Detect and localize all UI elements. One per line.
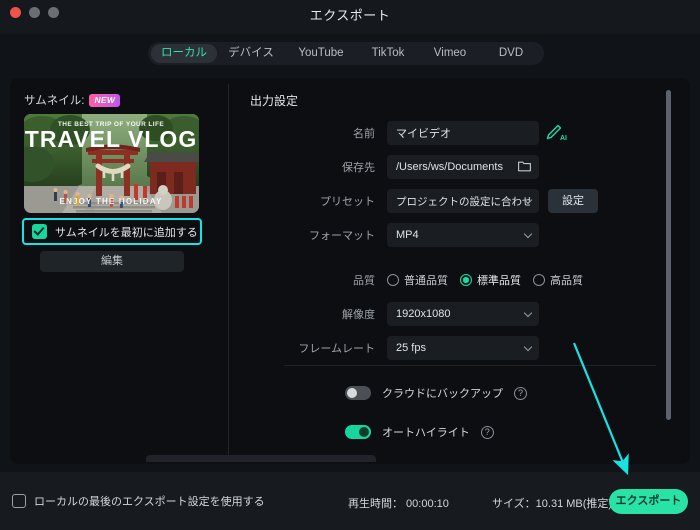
- resolution-label: 解像度: [342, 309, 375, 321]
- resolution-select[interactable]: 1920x1080: [387, 302, 539, 326]
- use-last-settings-row[interactable]: ローカルの最後のエクスポート設定を使用する: [12, 493, 265, 509]
- window-title: エクスポート: [309, 8, 391, 23]
- new-badge: NEW: [89, 93, 121, 107]
- bottom-bar: ローカルの最後のエクスポート設定を使用する 再生時間： 00:00:10 サイズ…: [0, 472, 700, 530]
- quality-option-normal[interactable]: 普通品質: [387, 272, 448, 288]
- preset-settings-button[interactable]: 設定: [548, 189, 598, 213]
- cloud-backup-toggle[interactable]: [345, 386, 371, 400]
- preset-label: プリセット: [320, 196, 375, 208]
- export-target-tabs: ローカル デバイス YouTube TikTok Vimeo DVD: [148, 42, 544, 65]
- preset-select[interactable]: プロジェクトの設定に合わせる: [387, 189, 539, 213]
- tab-local[interactable]: ローカル: [151, 44, 217, 63]
- add-thumbnail-label: サムネイルを最初に追加する: [55, 226, 198, 239]
- next-setting-row-partial: [146, 455, 376, 462]
- name-row: 名前 マイビデオ AI: [242, 121, 672, 145]
- quality-option-high[interactable]: 高品質: [533, 272, 583, 288]
- format-value: MP4: [396, 229, 419, 241]
- save-to-value: /Users/ws/Documents: [396, 161, 503, 173]
- quality-option-high-label: 高品質: [550, 275, 583, 287]
- add-thumbnail-checkbox[interactable]: [32, 224, 47, 239]
- resolution-row: 解像度 1920x1080: [242, 302, 672, 326]
- save-to-row: 保存先 /Users/ws/Documents: [242, 155, 672, 179]
- tab-tiktok[interactable]: TikTok: [357, 44, 419, 63]
- auto-highlight-help-icon[interactable]: ?: [480, 425, 494, 439]
- quality-option-normal-label: 普通品質: [404, 275, 448, 287]
- edit-thumbnail-button[interactable]: 編集: [40, 251, 184, 272]
- auto-highlight-label: オートハイライト: [382, 427, 470, 439]
- section-separator: [284, 365, 656, 366]
- auto-highlight-row: オートハイライト ?: [345, 424, 494, 440]
- tab-device[interactable]: デバイス: [217, 44, 285, 63]
- cloud-backup-label: クラウドにバックアップ: [382, 388, 503, 400]
- size-text: サイズ：10.31 MB(推定): [492, 498, 613, 510]
- name-input[interactable]: マイビデオ: [387, 121, 539, 145]
- settings-card: サムネイル: NEW THE BEST TRIP OF YOUR LIFE TR…: [10, 78, 690, 464]
- format-select[interactable]: MP4: [387, 223, 539, 247]
- svg-text:TRAVEL VLOG: TRAVEL VLOG: [25, 126, 197, 152]
- framerate-label: フレームレート: [298, 343, 375, 355]
- cloud-backup-help-icon[interactable]: ?: [514, 386, 527, 400]
- panel-divider: [228, 84, 229, 458]
- framerate-row: フレームレート 25 fps: [242, 336, 672, 360]
- cloud-backup-row: クラウドにバックアップ ?: [345, 385, 527, 401]
- tab-dvd[interactable]: DVD: [481, 44, 541, 63]
- preset-value: プロジェクトの設定に合わせる: [396, 195, 530, 208]
- ai-pen-icon[interactable]: AI: [545, 123, 567, 143]
- use-last-settings-checkbox[interactable]: [12, 494, 26, 508]
- output-settings-panel: 出力設定 名前 マイビデオ AI 保存先 /Users/ws/Documents…: [242, 78, 690, 464]
- save-to-input[interactable]: /Users/ws/Documents: [387, 155, 539, 179]
- add-thumbnail-checkbox-row[interactable]: サムネイルを最初に追加する: [22, 218, 202, 245]
- framerate-value: 25 fps: [396, 342, 426, 354]
- quality-label: 品質: [353, 275, 375, 287]
- format-row: フォーマット MP4: [242, 223, 672, 247]
- export-button[interactable]: エクスポート: [609, 489, 688, 514]
- tab-vimeo[interactable]: Vimeo: [419, 44, 481, 63]
- output-settings-title: 出力設定: [250, 94, 299, 108]
- auto-highlight-toggle[interactable]: [345, 425, 371, 439]
- preset-row: プリセット プロジェクトの設定に合わせる 設定: [242, 189, 672, 213]
- quality-radio-group: 普通品質 標準品質 高品質: [387, 272, 583, 288]
- quality-option-standard[interactable]: 標準品質: [460, 272, 521, 288]
- settings-scrollbar[interactable]: [666, 90, 671, 420]
- svg-text:ENJOY THE HOLIDAY: ENJOY THE HOLIDAY: [59, 197, 162, 206]
- chevron-down-icon: [523, 308, 533, 318]
- save-to-label: 保存先: [342, 162, 375, 174]
- svg-text:AI: AI: [560, 135, 567, 142]
- chevron-down-icon: [523, 229, 533, 239]
- folder-icon[interactable]: [518, 160, 531, 172]
- thumbnail-section-label: サムネイル: NEW: [24, 92, 121, 108]
- framerate-select[interactable]: 25 fps: [387, 336, 539, 360]
- format-label: フォーマット: [309, 230, 375, 242]
- duration-text: 再生時間： 00:00:10: [348, 498, 449, 510]
- radio-icon: [533, 274, 545, 286]
- thumbnail-artwork: THE BEST TRIP OF YOUR LIFE TRAVEL VLOG E…: [24, 114, 199, 213]
- quality-option-standard-label: 標準品質: [477, 275, 521, 287]
- name-value: マイビデオ: [396, 128, 451, 140]
- tab-youtube[interactable]: YouTube: [285, 44, 357, 63]
- export-dialog: エクスポート ローカル デバイス YouTube TikTok Vimeo DV…: [0, 0, 700, 530]
- quality-row: 品質 普通品質 標準品質 高品質: [242, 268, 672, 292]
- thumbnail-label-text: サムネイル:: [24, 95, 85, 107]
- radio-icon-selected: [460, 274, 472, 286]
- use-last-settings-label: ローカルの最後のエクスポート設定を使用する: [34, 496, 265, 508]
- title-bar: エクスポート: [0, 0, 700, 34]
- radio-icon: [387, 274, 399, 286]
- name-label: 名前: [353, 128, 375, 140]
- chevron-down-icon: [523, 342, 533, 352]
- thumbnail-preview[interactable]: THE BEST TRIP OF YOUR LIFE TRAVEL VLOG E…: [24, 114, 199, 213]
- resolution-value: 1920x1080: [396, 308, 451, 320]
